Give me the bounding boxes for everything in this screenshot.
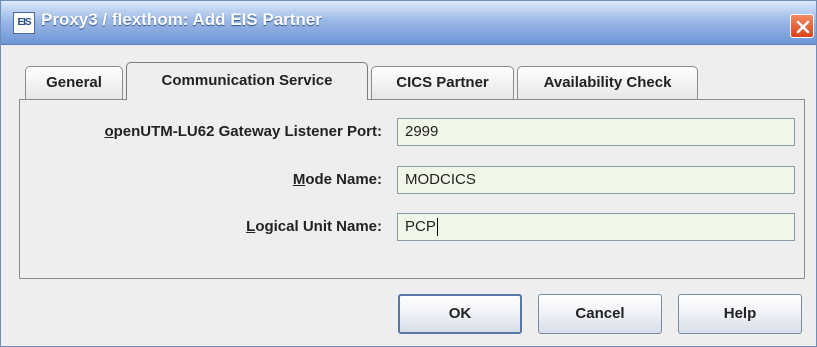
listener-port-label: openUTM-LU62 Gateway Listener Port: (104, 120, 382, 144)
ok-button[interactable]: OK (398, 294, 522, 334)
tab-availability-check[interactable]: Availability Check (517, 66, 698, 99)
close-button[interactable] (790, 14, 814, 38)
listener-port-label-text: penUTM-LU62 Gateway Listener Port: (113, 123, 382, 140)
add-eis-partner-dialog: EIS Proxy3 / flexthom: Add EIS Partner G… (0, 0, 817, 347)
mode-name-mnemonic: M (292, 171, 306, 188)
listener-port-input[interactable]: 2999 (397, 118, 795, 146)
tab-communication-service[interactable]: Communication Service (126, 62, 368, 100)
tab-cics-partner[interactable]: CICS Partner (371, 66, 514, 99)
close-icon (796, 20, 810, 34)
window-title: Proxy3 / flexthom: Add EIS Partner (41, 10, 322, 29)
logical-unit-name-value: PCP (405, 218, 436, 235)
logical-unit-name-label-text: ogical Unit Name: (255, 218, 382, 235)
help-button[interactable]: Help (678, 294, 802, 334)
mode-name-label-text: ode Name: (305, 171, 382, 188)
cancel-button[interactable]: Cancel (538, 294, 662, 334)
mode-name-label: Mode Name: (293, 168, 382, 192)
text-caret (437, 218, 438, 236)
mode-name-input[interactable]: MODCICS (397, 166, 795, 194)
title-bar[interactable]: EIS Proxy3 / flexthom: Add EIS Partner (1, 1, 816, 45)
logical-unit-name-label: Logical Unit Name: (246, 215, 382, 239)
eis-app-icon: EIS (13, 12, 35, 34)
listener-port-mnemonic: o (104, 123, 114, 140)
logical-unit-name-input[interactable]: PCP (397, 213, 795, 241)
communication-service-panel: openUTM-LU62 Gateway Listener Port: 2999… (19, 99, 805, 279)
logical-unit-name-mnemonic: L (246, 218, 256, 235)
tab-general[interactable]: General (25, 66, 123, 99)
